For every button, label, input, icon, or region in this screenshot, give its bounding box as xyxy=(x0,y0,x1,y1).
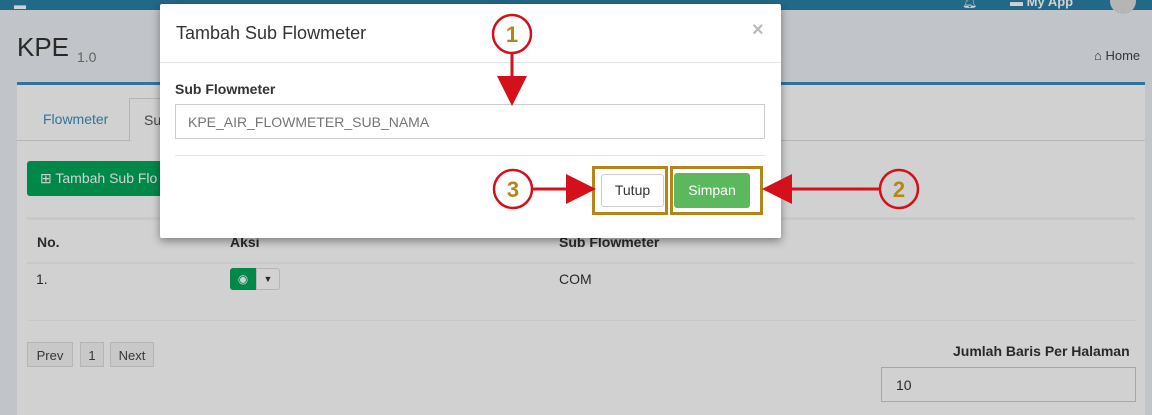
marker-3-label: 3 xyxy=(507,177,519,202)
marker-2-label: 2 xyxy=(893,177,905,202)
annotation-layer: 1 2 3 xyxy=(491,13,920,210)
marker-1-label: 1 xyxy=(506,22,518,47)
